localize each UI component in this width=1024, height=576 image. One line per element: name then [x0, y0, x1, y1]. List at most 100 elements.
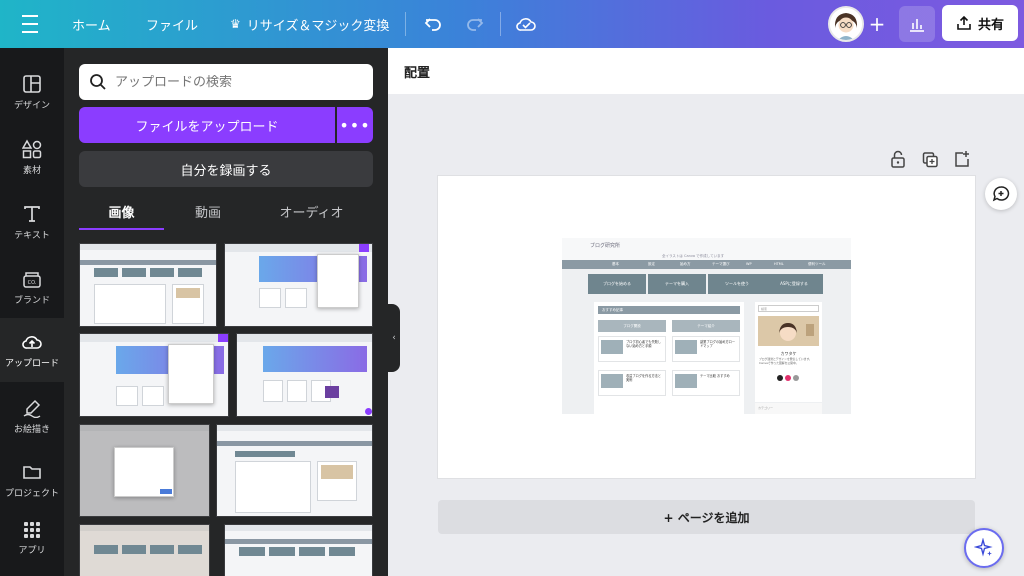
preview-section: おすすめ記事	[598, 306, 740, 314]
upload-file-button[interactable]: ファイルをアップロード	[79, 107, 335, 143]
preview-article-text: 収益ブログを作る方法と実例	[626, 374, 662, 382]
home-menu[interactable]: ホーム	[72, 0, 111, 48]
upload-thumbnail[interactable]	[79, 333, 229, 417]
preview-nav-item: 便利ツール	[808, 262, 826, 266]
upload-thumbnail[interactable]	[79, 243, 217, 327]
uploads-panel: ファイルをアップロード ••• 自分を録画する 画像 動画 オーディオ	[64, 48, 388, 576]
page-tools	[890, 150, 970, 168]
collapse-panel-handle[interactable]: ‹	[388, 304, 400, 372]
instagram-icon	[785, 375, 791, 381]
tab-audio[interactable]: オーディオ	[259, 194, 364, 228]
resize-label: リサイズ＆マジック変換	[246, 18, 390, 34]
rail-label: お絵描き	[13, 424, 50, 435]
preview-nav: 基本 設定 始め方 テーマ選び WP HTML 便利ツール	[562, 260, 851, 269]
share-circle-icon	[793, 375, 799, 381]
rail-item-projects[interactable]: プロジェクト	[0, 448, 64, 512]
preview-article: 副業ブログの始め方ロードマップ	[672, 336, 740, 362]
preview-article-text: テーマ比較 おすすめ	[700, 374, 730, 378]
rail-label: プロジェクト	[4, 488, 59, 499]
share-button[interactable]: 共有	[942, 5, 1018, 41]
rail-item-draw[interactable]: お絵描き	[0, 384, 64, 448]
rail-item-elements[interactable]: 素材	[0, 125, 64, 189]
preview-sidebar: 検索 カワタケ ブログ運営とデザインを発信しています。Canvaで作った図解を公…	[755, 302, 822, 402]
preview-nav-item: WP	[746, 262, 752, 266]
preview-nav-item: テーマ選び	[712, 262, 730, 266]
brand-icon: CO.	[23, 271, 41, 288]
preview-column: ブログ開設	[598, 320, 666, 332]
top-bar: ホーム ファイル ♛ リサイズ＆マジック変換 + 共有	[0, 0, 1024, 48]
tab-images[interactable]: 画像	[79, 194, 164, 228]
preview-article: テーマ比較 おすすめ	[672, 370, 740, 396]
file-menu[interactable]: ファイル	[146, 0, 198, 48]
record-yourself-button[interactable]: 自分を録画する	[79, 151, 373, 187]
upload-more-button[interactable]: •••	[337, 107, 373, 143]
add-comment-button[interactable]	[985, 178, 1017, 210]
preview-column: テーマ紹介	[672, 320, 740, 332]
magic-assistant-button[interactable]	[964, 528, 1004, 568]
share-upload-icon	[957, 15, 971, 30]
apps-icon	[24, 521, 40, 538]
rail-label: アップロード	[4, 358, 59, 369]
redo-icon[interactable]	[465, 0, 485, 48]
preview-main: おすすめ記事 ブログ開設 テーマ紹介 ブログ初心者でも失敗しない始め方と手順 副…	[594, 302, 744, 414]
preview-article-text: 副業ブログの始め方ロードマップ	[700, 340, 736, 348]
preview-article-text: ブログ初心者でも失敗しない始め方と手順	[626, 340, 662, 348]
rail-item-text[interactable]: テキスト	[0, 190, 64, 254]
crown-icon: ♛	[230, 17, 241, 31]
preview-profile-photo	[758, 316, 819, 346]
rail-item-apps[interactable]: アプリ	[0, 506, 64, 570]
rail-label: ブランド	[13, 295, 50, 306]
draw-icon	[23, 399, 41, 418]
rail-item-design[interactable]: デザイン	[0, 60, 64, 124]
duplicate-page-icon[interactable]	[922, 150, 938, 168]
resize-menu[interactable]: ♛ リサイズ＆マジック変換	[230, 0, 389, 48]
rail-label: テキスト	[14, 230, 50, 241]
rail-label: デザイン	[13, 100, 50, 111]
undo-icon[interactable]	[423, 0, 443, 48]
preview-feature: ブログを始める	[588, 274, 646, 294]
invite-plus-icon[interactable]: +	[863, 10, 891, 38]
upload-thumbnail[interactable]	[216, 424, 373, 517]
comment-plus-icon	[992, 186, 1010, 202]
preview-nav-item: 設定	[648, 262, 655, 266]
add-page-icon[interactable]	[954, 150, 970, 168]
search-box[interactable]	[79, 64, 373, 100]
preview-nav-item: 始め方	[680, 262, 691, 266]
page-image[interactable]: ブログ研究所 全イラストは Canva で作成しています 基本 設定 始め方 テ…	[562, 238, 851, 414]
upload-thumbnail[interactable]	[224, 243, 373, 327]
upload-thumbnail[interactable]	[236, 333, 373, 417]
preview-search: 検索	[758, 305, 819, 312]
active-tab-indicator	[79, 228, 164, 230]
tab-videos[interactable]: 動画	[164, 194, 252, 228]
divider	[500, 12, 501, 36]
cloud-saved-icon[interactable]	[515, 0, 537, 48]
avatar[interactable]	[828, 6, 864, 42]
shapes-icon	[22, 138, 42, 158]
upload-thumbnail[interactable]	[79, 524, 210, 576]
insights-chart-icon[interactable]	[899, 6, 935, 42]
text-icon	[24, 205, 40, 222]
search-input[interactable]	[115, 74, 355, 90]
share-label: 共有	[977, 17, 1004, 33]
upload-thumbnail[interactable]	[224, 524, 373, 576]
position-title[interactable]: 配置	[404, 62, 430, 81]
menu-icon[interactable]	[22, 0, 38, 48]
editor-header: 配置	[388, 48, 1024, 94]
upload-thumbnail[interactable]	[79, 424, 210, 517]
lock-icon[interactable]	[890, 150, 906, 168]
rail-item-brand[interactable]: CO. ブランド	[0, 255, 64, 319]
preview-logo: ブログ研究所	[590, 243, 621, 249]
sparkle-icon	[974, 538, 993, 557]
add-page-button[interactable]: + ページを追加	[438, 500, 975, 534]
rail-label: 素材	[22, 165, 41, 176]
preview-feature: テーマを購入	[648, 274, 706, 294]
preview-bio: ブログ運営とデザインを発信しています。Canvaで作った図解を公開中。	[759, 357, 812, 365]
preview-feature: ツールを使う	[708, 274, 766, 294]
svg-text:CO.: CO.	[28, 280, 37, 286]
chevron-left-icon: ‹	[392, 333, 396, 343]
preview-article: ブログ初心者でも失敗しない始め方と手順	[598, 336, 666, 362]
rail-item-uploads[interactable]: アップロード	[0, 318, 64, 382]
preview-nav-item: HTML	[774, 262, 784, 266]
upload-cloud-icon	[22, 335, 42, 349]
folder-icon	[23, 465, 41, 479]
